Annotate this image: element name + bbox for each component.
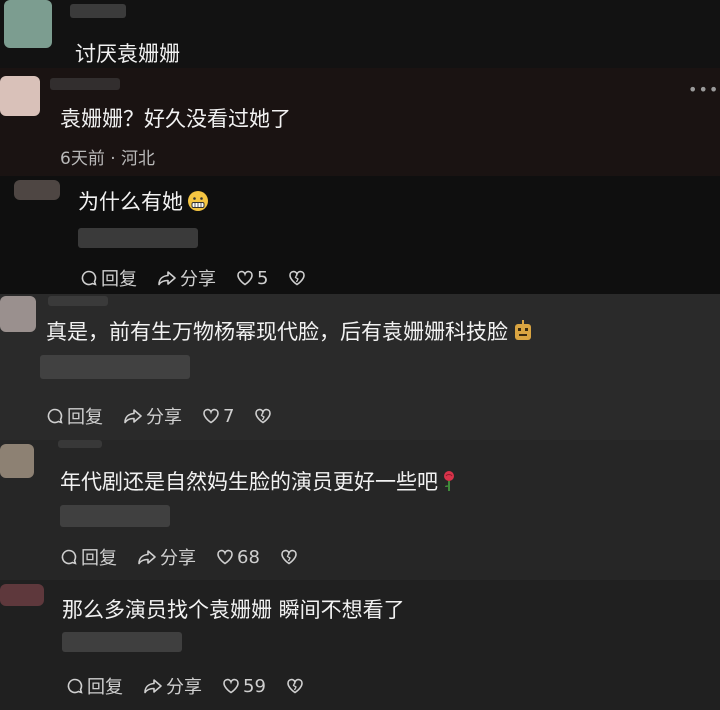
comment-text: 讨厌袁姗姗 (75, 42, 180, 66)
heart-icon (237, 270, 253, 286)
heart-icon (223, 678, 239, 694)
reply-icon (61, 549, 77, 565)
share-button[interactable]: 分享 (143, 673, 202, 699)
username-blur (48, 296, 108, 306)
username-blur (70, 4, 126, 18)
like-button[interactable]: 59 (222, 676, 266, 697)
share-button[interactable]: 分享 (137, 544, 196, 570)
dislike-button[interactable] (288, 269, 306, 287)
comment-text: 真是，前有生万物杨幂现代脸，后有袁姗姗科技脸 (46, 316, 534, 348)
reply-label: 回复 (81, 548, 117, 569)
share-button[interactable]: 分享 (157, 265, 216, 291)
translation-blur (78, 228, 198, 248)
reply-button[interactable]: 回复 (80, 265, 137, 291)
rose-icon (442, 469, 456, 498)
broken-heart-icon (255, 408, 272, 424)
more-dots-icon[interactable]: ••• (688, 80, 719, 99)
dislike-button[interactable] (254, 407, 272, 425)
comment-text-body: 为什么有她 (78, 190, 183, 214)
translation-blur (62, 632, 182, 652)
reply-icon (81, 270, 97, 286)
broken-heart-icon (287, 678, 303, 694)
heart-icon (203, 408, 219, 424)
comment-meta: 6天前 · 河北 (60, 149, 156, 169)
avatar[interactable] (4, 0, 52, 48)
avatar[interactable] (14, 180, 60, 200)
share-label: 分享 (180, 269, 216, 290)
avatar[interactable] (0, 584, 44, 606)
like-count: 59 (243, 675, 266, 697)
like-count: 7 (223, 405, 235, 427)
avatar[interactable] (0, 296, 36, 332)
translation-blur (60, 505, 170, 527)
dislike-button[interactable] (286, 677, 304, 695)
share-button[interactable]: 分享 (123, 403, 182, 429)
reply-button[interactable]: 回复 (46, 403, 103, 429)
like-button[interactable]: 5 (236, 268, 268, 289)
avatar[interactable] (0, 444, 34, 478)
share-label: 分享 (160, 548, 196, 569)
share-icon (144, 679, 162, 694)
reply-label: 回复 (101, 269, 137, 290)
reply-icon (67, 678, 83, 694)
broken-heart-icon (289, 270, 306, 286)
like-count: 5 (257, 267, 269, 289)
dislike-button[interactable] (280, 548, 298, 566)
avatar[interactable] (0, 76, 40, 116)
grimacing-face-icon (187, 190, 209, 217)
comment-text-body: 真是，前有生万物杨幂现代脸，后有袁姗姗科技脸 (46, 320, 508, 344)
comment-text: 那么多演员找个袁姗姗 瞬间不想看了 (62, 598, 405, 622)
reply-label: 回复 (87, 677, 123, 698)
comment-actions: 回复 分享 7 (46, 403, 272, 429)
robot-face-icon (512, 319, 534, 348)
share-icon (158, 271, 176, 286)
like-button[interactable]: 68 (216, 547, 260, 568)
share-icon (138, 550, 156, 565)
like-count: 68 (237, 546, 260, 568)
translation-blur (40, 355, 190, 379)
comment-text: 为什么有她 (78, 186, 209, 217)
username-blur (50, 78, 120, 90)
broken-heart-icon (281, 549, 297, 565)
comment-actions: 回复 分享 59 (66, 673, 304, 699)
reply-button[interactable]: 回复 (66, 673, 123, 699)
comment-actions: 回复 分享 68 (60, 544, 298, 570)
reply-label: 回复 (67, 407, 103, 428)
share-label: 分享 (146, 407, 182, 428)
comment-actions: 回复 分享 5 (80, 265, 306, 291)
comment-text-body: 年代剧还是自然妈生脸的演员更好一些吧 (60, 470, 438, 494)
username-blur (58, 440, 102, 448)
reply-button[interactable]: 回复 (60, 544, 117, 570)
comment-text: 袁姗姗？好久没看过她了 (60, 107, 291, 131)
share-icon (124, 409, 142, 424)
heart-icon (217, 549, 233, 565)
comment-text: 年代剧还是自然妈生脸的演员更好一些吧 (60, 466, 456, 498)
share-label: 分享 (166, 677, 202, 698)
reply-icon (47, 408, 63, 424)
like-button[interactable]: 7 (202, 406, 234, 427)
